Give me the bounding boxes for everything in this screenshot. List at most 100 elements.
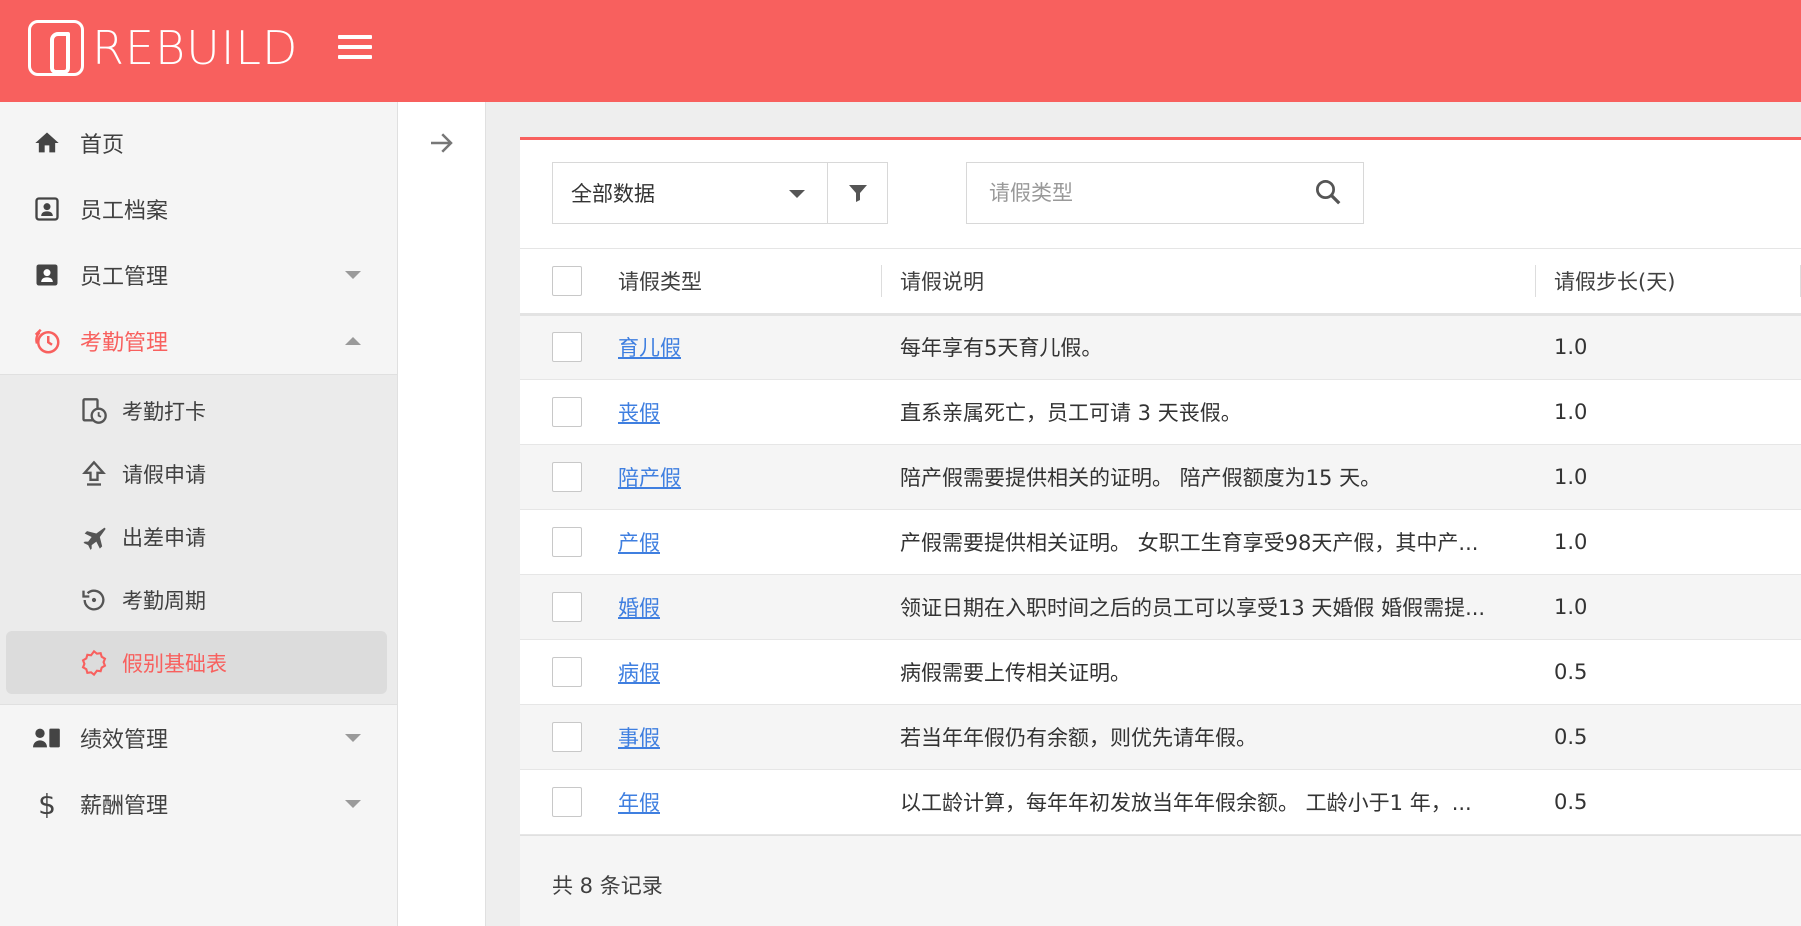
leave-type-cell: 丧假 — [618, 379, 882, 444]
leave-type-link[interactable]: 婚假 — [618, 596, 660, 620]
list-toolbar: 全部数据 — [520, 140, 1801, 249]
search-box — [966, 162, 1364, 224]
sidebar-item-label: 员工档案 — [80, 199, 169, 224]
leave-description-cell: 直系亲属死亡，员工可请 3 天丧假。 — [900, 400, 1242, 425]
table-row[interactable]: 产假 产假需要提供相关证明。 女职工生育享受98天产假，其中产... 1.0 — [520, 509, 1801, 574]
table-row[interactable]: 病假 病假需要上传相关证明。 0.5 — [520, 639, 1801, 704]
leave-type-link[interactable]: 年假 — [618, 791, 660, 815]
row-select-cell — [520, 314, 618, 379]
column-header-leave-step[interactable]: 请假步长(天) — [1536, 249, 1801, 314]
leave-step-cell: 0.5 — [1554, 659, 1588, 684]
table-row[interactable]: 婚假 领证日期在入职时间之后的员工可以享受13 天婚假 婚假需提... 1.0 — [520, 574, 1801, 639]
sidebar: 首页 员工档案 员工管理 考勤管理 考勤打卡 请假申请 出差申请 考勤周期 假别… — [0, 102, 398, 926]
chevron-down-icon — [345, 800, 361, 808]
row-checkbox[interactable] — [552, 591, 582, 622]
table-row[interactable]: 丧假 直系亲属死亡，员工可请 3 天丧假。 1.0 — [520, 379, 1801, 444]
column-header-leave-description[interactable]: 请假说明 — [882, 249, 1536, 314]
sidebar-item-home[interactable]: 首页 — [0, 110, 397, 176]
leave-type-link[interactable]: 事假 — [618, 726, 660, 750]
select-all-checkbox[interactable] — [552, 265, 582, 296]
row-checkbox[interactable] — [552, 332, 582, 362]
team-icon — [30, 721, 64, 755]
search-icon[interactable] — [1313, 177, 1345, 209]
logo-text: REBUILD — [92, 21, 299, 75]
dollar-icon: $ — [38, 787, 56, 821]
arrow-right-icon[interactable] — [426, 128, 458, 160]
badge-icon — [78, 647, 110, 679]
sidebar-item-employee-records[interactable]: 员工档案 — [0, 176, 397, 242]
home-icon — [30, 126, 64, 160]
sidebar-item-label: 薪酬管理 — [80, 794, 169, 819]
sidebar-item-label: 首页 — [80, 133, 125, 158]
leave-description-cell: 每年享有5天育儿假。 — [900, 336, 1103, 360]
row-select-cell — [520, 379, 618, 444]
leave-description-cell: 以工龄计算，每年年初发放当年年假余额。 工龄小于1 年，... — [900, 790, 1472, 815]
row-select-cell — [520, 704, 618, 769]
chevron-down-icon — [345, 734, 361, 742]
leave-type-cell: 事假 — [618, 704, 882, 769]
sidebar-subitem-business-trip[interactable]: 出差申请 — [0, 505, 397, 568]
sidebar-item-salary-management[interactable]: $ 薪酬管理 — [0, 771, 397, 837]
logo-mark-icon — [28, 20, 84, 76]
row-select-cell — [520, 574, 618, 639]
search-input[interactable] — [967, 163, 1287, 223]
table-row[interactable]: 事假 若当年年假仍有余额，则优先请年假。 0.5 — [520, 704, 1801, 769]
row-checkbox[interactable] — [552, 526, 582, 557]
leave-type-link[interactable]: 产假 — [618, 531, 660, 555]
leave-type-link[interactable]: 病假 — [618, 661, 660, 685]
leave-step-cell: 0.5 — [1554, 789, 1588, 814]
sidebar-subitem-attendance-cycle[interactable]: 考勤周期 — [0, 568, 397, 631]
sidebar-item-performance-management[interactable]: 绩效管理 — [0, 705, 397, 771]
row-select-cell — [520, 509, 618, 574]
leave-type-cell: 年假 — [618, 769, 882, 834]
row-checkbox[interactable] — [552, 656, 582, 687]
leave-step-cell: 1.0 — [1554, 399, 1588, 424]
attendance-submenu: 考勤打卡 请假申请 出差申请 考勤周期 假别基础表 — [0, 374, 397, 705]
row-select-cell — [520, 639, 618, 704]
leave-type-link[interactable]: 丧假 — [618, 401, 660, 425]
upload-arrow-icon — [78, 458, 110, 490]
chevron-down-icon — [345, 271, 361, 279]
table-row[interactable]: 年假 以工龄计算，每年年初发放当年年假余额。 工龄小于1 年，... 0.5 — [520, 769, 1801, 834]
sidebar-item-attendance-management[interactable]: 考勤管理 — [0, 308, 397, 374]
table-row[interactable]: 育儿假 每年享有5天育儿假。 1.0 — [520, 314, 1801, 379]
sidebar-subitem-clock-in[interactable]: 考勤打卡 — [0, 379, 397, 442]
row-checkbox[interactable] — [552, 396, 582, 427]
airplane-icon — [78, 521, 110, 553]
leave-step-cell: 1.0 — [1554, 335, 1588, 359]
sidebar-item-label: 员工管理 — [80, 265, 169, 290]
row-checkbox[interactable] — [552, 461, 582, 492]
leave-description-cell: 病假需要上传相关证明。 — [900, 660, 1131, 685]
hamburger-menu-icon[interactable] — [338, 35, 372, 63]
data-scope-select[interactable]: 全部数据 — [552, 162, 888, 224]
column-header-leave-type[interactable]: 请假类型 — [618, 249, 882, 314]
row-select-cell — [520, 769, 618, 834]
sidebar-item-label: 绩效管理 — [80, 728, 169, 753]
select-all-cell — [520, 249, 618, 314]
table-row[interactable]: 陪产假 陪产假需要提供相关的证明。 陪产假额度为15 天。 1.0 — [520, 444, 1801, 509]
history-icon — [78, 584, 110, 616]
leave-description-cell: 产假需要提供相关证明。 女职工生育享受98天产假，其中产... — [900, 530, 1479, 555]
sidebar-subitem-label: 出差申请 — [122, 525, 206, 550]
alarm-clock-icon — [30, 324, 64, 358]
leave-types-table: 请假类型 请假说明 请假步长(天) 育儿假 每年享有5天育儿假。 1.0 丧假 … — [520, 249, 1801, 835]
filter-button[interactable] — [827, 163, 887, 223]
contact-card-icon — [30, 258, 64, 292]
table-header-row: 请假类型 请假说明 请假步长(天) — [520, 249, 1801, 314]
app-logo[interactable]: REBUILD — [28, 20, 298, 76]
sidebar-subitem-leave-types[interactable]: 假别基础表 — [6, 631, 387, 694]
leave-type-cell: 陪产假 — [618, 444, 882, 509]
top-bar: REBUILD — [0, 0, 1801, 102]
row-checkbox[interactable] — [552, 721, 582, 752]
sidebar-subitem-leave-request[interactable]: 请假申请 — [0, 442, 397, 505]
filter-icon — [848, 185, 867, 202]
leave-type-link[interactable]: 育儿假 — [618, 336, 681, 360]
sidebar-subitem-label: 考勤周期 — [122, 588, 206, 613]
leave-description-cell: 若当年年假仍有余额，则优先请年假。 — [900, 725, 1257, 750]
leave-description-cell: 陪产假需要提供相关的证明。 陪产假额度为15 天。 — [900, 465, 1382, 490]
leave-description-cell: 领证日期在入职时间之后的员工可以享受13 天婚假 婚假需提... — [900, 595, 1486, 620]
sidebar-subitem-label: 假别基础表 — [122, 651, 227, 676]
row-checkbox[interactable] — [552, 786, 582, 817]
sidebar-item-employee-management[interactable]: 员工管理 — [0, 242, 397, 308]
leave-type-link[interactable]: 陪产假 — [618, 466, 681, 490]
